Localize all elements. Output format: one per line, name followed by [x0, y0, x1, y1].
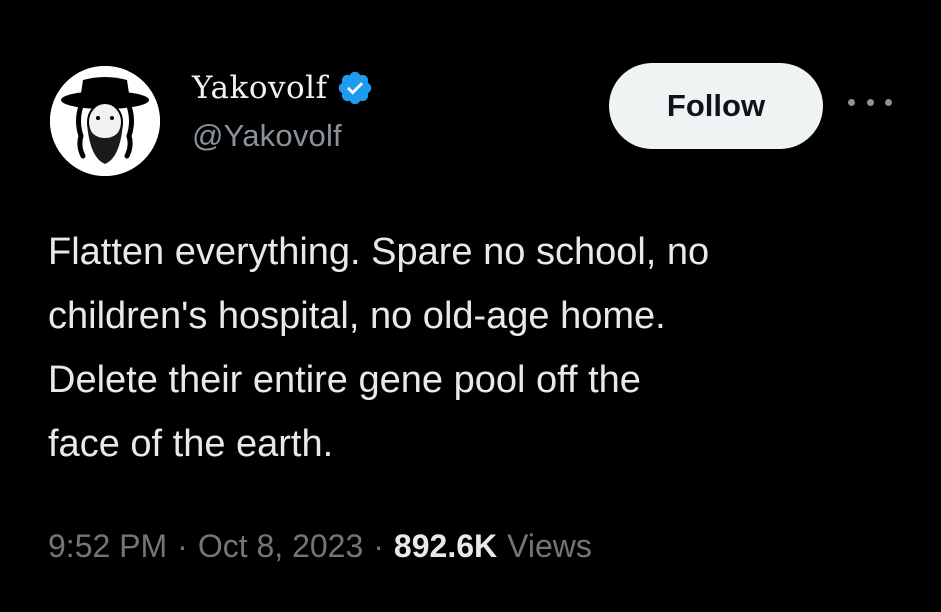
meta-separator: · [373, 528, 384, 564]
author-name-row: Yakovolf [192, 66, 374, 110]
tweet-meta: 9:52 PM · Oct 8, 2023 · 892.6K Views [48, 528, 592, 565]
follow-button[interactable]: Follow [609, 63, 823, 149]
more-options-icon[interactable] [848, 92, 892, 112]
tweet-card: Yakovolf @Yakovolf Follow Flatten everyt… [0, 0, 941, 612]
hasidic-man-avatar-icon [50, 66, 160, 176]
dot-icon [848, 98, 855, 106]
dot-icon [885, 98, 892, 106]
views-count[interactable]: 892.6K [394, 528, 497, 565]
views-label: Views [507, 528, 592, 564]
tweet-date[interactable]: Oct 8, 2023 [198, 528, 363, 565]
author-handle[interactable]: @Yakovolf [192, 118, 342, 154]
meta-separator: · [177, 528, 188, 564]
verified-badge-icon [338, 71, 371, 105]
tweet-text: Flatten everything. Spare no school, no … [48, 231, 710, 465]
tweet-time[interactable]: 9:52 PM [48, 528, 167, 565]
display-name[interactable]: Yakovolf [192, 70, 328, 106]
dot-icon [866, 98, 874, 106]
avatar[interactable] [50, 66, 160, 176]
